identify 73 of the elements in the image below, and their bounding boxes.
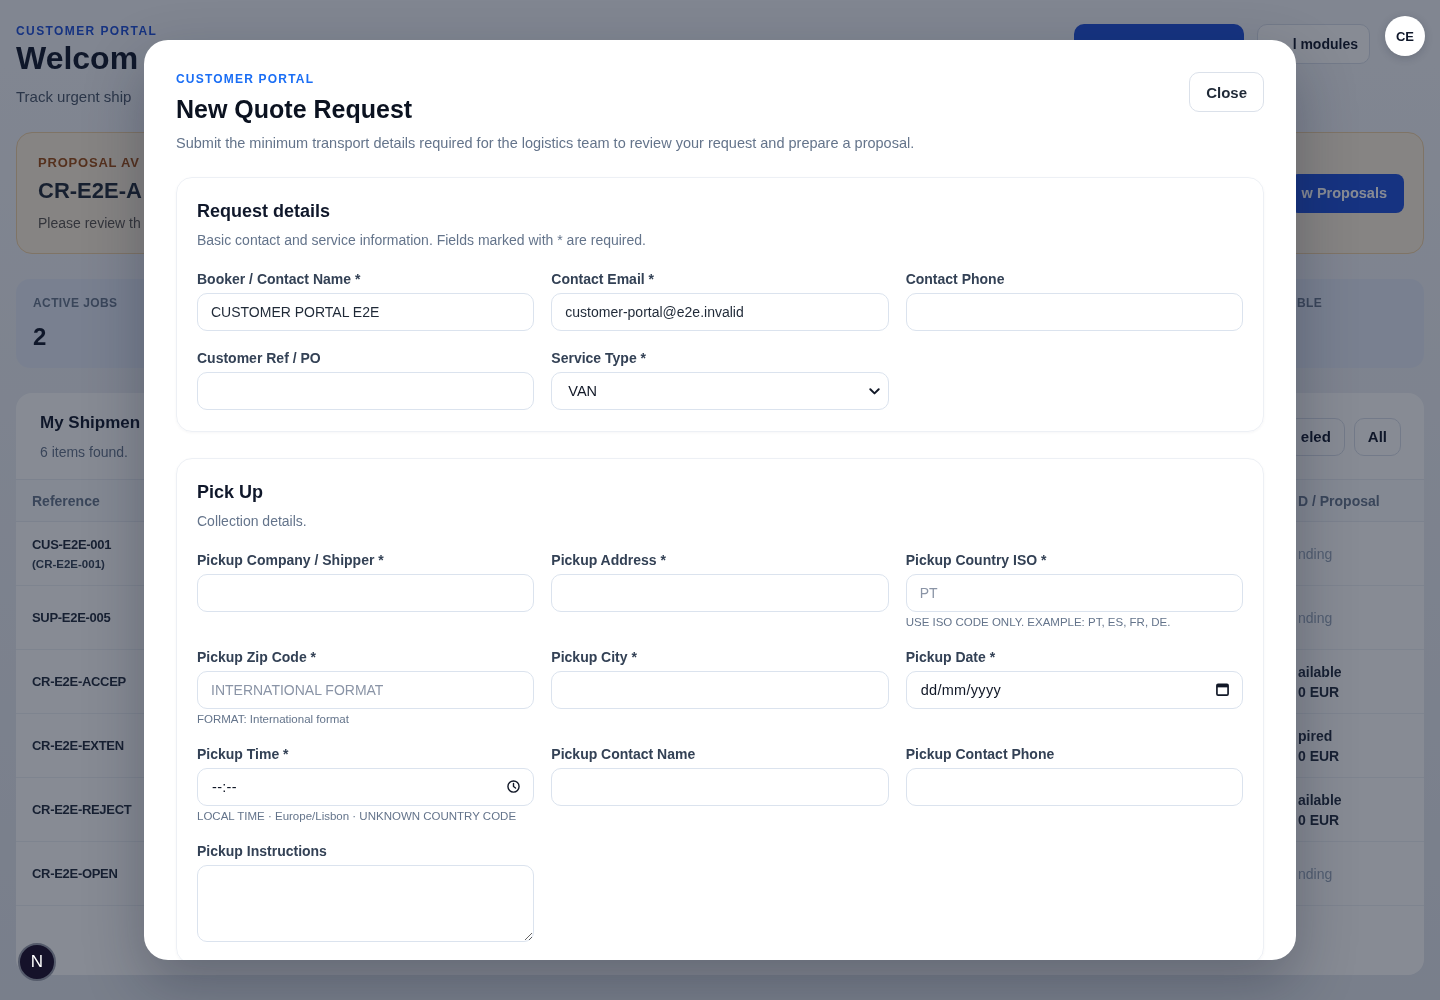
item-count: 6 items found. (40, 443, 128, 462)
panel-title: My Shipmen (40, 412, 141, 434)
clock-icon (507, 780, 521, 793)
field-label: Pickup Zip Code * (197, 648, 317, 666)
section-description: Basic contact and service information. Fields marked with * are required. (197, 231, 647, 250)
stat-label: BLE (1297, 296, 1323, 310)
field-label: Pickup Time * (197, 745, 290, 763)
field-hint: LOCAL TIME · Europe/Lisbon · UNKNOWN COUNTRY CODE (197, 809, 518, 824)
field-label: Customer Ref / PO (197, 349, 322, 367)
amount-text: 0 EUR (1298, 810, 1340, 830)
input-field[interactable] (197, 574, 535, 612)
sub-reference-text: (CR-E2E-001) (32, 556, 105, 572)
stat-value: 2 (33, 322, 47, 352)
field-label: Service Type * (551, 349, 647, 367)
section-title: Request details (197, 200, 332, 223)
reference-text: CUS-E2E-001 (32, 535, 112, 554)
status-text: pired (1298, 726, 1333, 746)
field-label: Pickup Instructions (197, 842, 328, 860)
column-header: D / Proposal (1298, 492, 1380, 509)
reference-text: CR-E2E-EXTEN (32, 736, 124, 755)
field-label: Pickup Company / Shipper * (197, 551, 385, 569)
stat-label: ACTIVE JOBS (33, 296, 118, 310)
column-header: Reference (32, 492, 100, 509)
page-title: Welcom (16, 39, 139, 78)
status-text: ailable (1298, 790, 1342, 810)
proposal-reference: CR-E2E-A (38, 176, 142, 205)
portal-eyebrow: CUSTOMER PORTAL (16, 24, 158, 38)
input-field[interactable] (551, 671, 889, 709)
field-label: Contact Email * (551, 270, 656, 288)
calendar-icon (1216, 683, 1229, 696)
section-description: Collection details. (197, 512, 308, 531)
close-button[interactable]: Close (1189, 72, 1264, 112)
field-label: Pickup Address * (551, 551, 667, 569)
field-label: Pickup Date * (905, 648, 997, 666)
reference-text: CR-E2E-ACCEP (32, 672, 126, 691)
input-field[interactable] (905, 768, 1243, 806)
status-text: ailable (1298, 662, 1342, 682)
field-hint: USE ISO CODE ONLY. EXAMPLE: PT, ES, FR, DE. (905, 615, 1172, 630)
section-title: Pick Up (197, 481, 265, 504)
textarea-field[interactable] (197, 865, 535, 942)
field-label: Pickup Contact Phone (905, 745, 1056, 763)
input-field[interactable]: customer-portal@e2e.invalid (551, 293, 889, 331)
input-field[interactable] (197, 372, 535, 410)
date-field[interactable]: dd/mm/yyyy (905, 671, 1243, 709)
page-subtitle: Track urgent ship (16, 87, 132, 107)
chevron-down-icon (868, 387, 880, 395)
reference-text: CR-E2E-REJECT (32, 800, 132, 819)
select-field[interactable]: VAN (551, 372, 889, 410)
amount-text: 0 EUR (1298, 682, 1340, 702)
avatar-button[interactable]: CE (1385, 16, 1425, 56)
field-label: Pickup Contact Name (551, 745, 697, 763)
banner-label: PROPOSAL AV (38, 153, 140, 172)
input-field[interactable] (551, 768, 889, 806)
banner-message: Please review th (38, 213, 141, 233)
input-field[interactable]: INTERNATIONAL FORMAT (197, 671, 535, 709)
dev-tools-button[interactable]: N (18, 943, 56, 981)
field-label: Contact Phone (905, 270, 1006, 288)
amount-text: 0 EUR (1298, 746, 1340, 766)
time-field[interactable]: --:-- (197, 768, 535, 806)
modal-title: New Quote Request (176, 94, 413, 125)
input-field[interactable] (551, 574, 889, 612)
modal-description: Submit the minimum transport details required for the logistics team to review your request and prepare a proposal. (176, 134, 915, 153)
input-field[interactable]: CUSTOMER PORTAL E2E (197, 293, 535, 331)
field-label: Booker / Contact Name * (197, 270, 362, 288)
modal-eyebrow: CUSTOMER PORTAL (176, 72, 315, 86)
reference-text: SUP-E2E-005 (32, 608, 111, 627)
filter-button[interactable]: All (1353, 417, 1401, 456)
field-hint: FORMAT: International format (197, 712, 350, 727)
field-label: Pickup City * (551, 648, 638, 666)
field-label: Pickup Country ISO * (905, 551, 1048, 569)
input-field[interactable]: PT (905, 574, 1243, 612)
input-field[interactable] (905, 293, 1243, 331)
reference-text: CR-E2E-OPEN (32, 864, 118, 883)
